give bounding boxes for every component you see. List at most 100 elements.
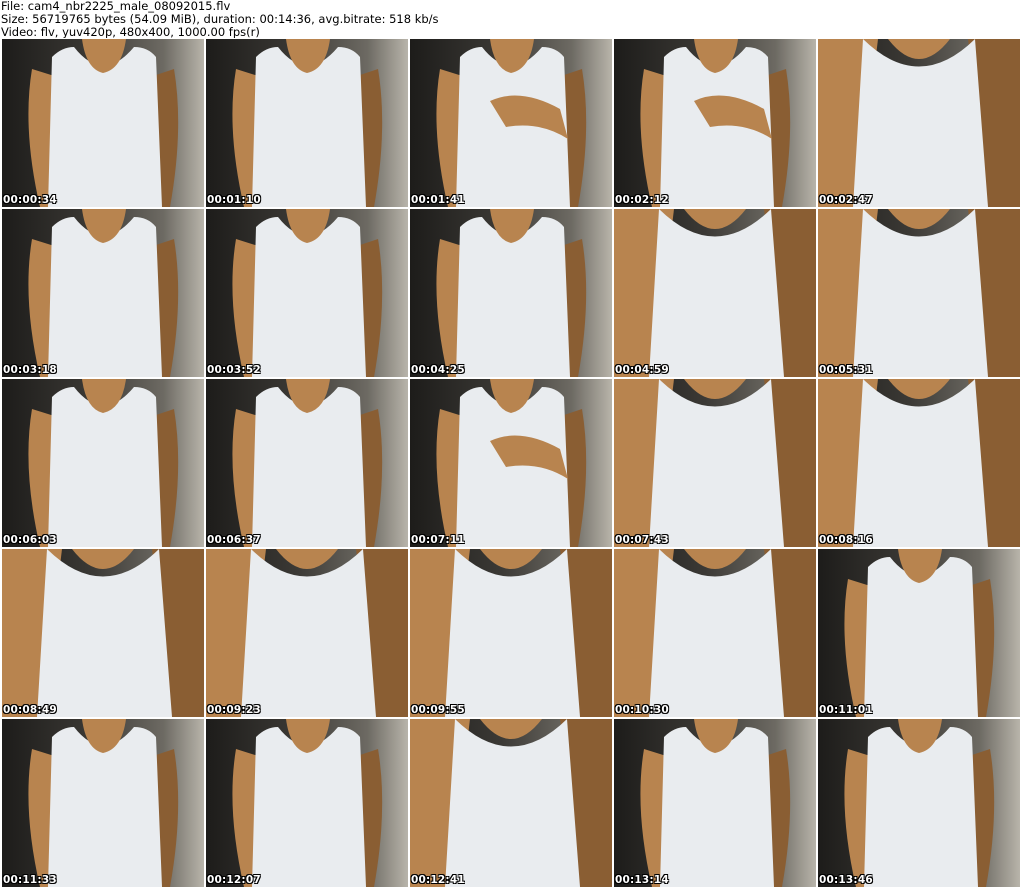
thumbnail-timestamp: 00:01:41 [411,194,465,206]
person-figure [614,379,816,547]
thumbnail-timestamp: 00:05:31 [819,364,873,376]
person-figure [640,719,791,887]
thumbnail-timestamp: 00:04:25 [411,364,465,376]
thumbnail-image [2,549,204,717]
thumbnail-timestamp: 00:03:18 [3,364,57,376]
thumbnail-image [206,549,408,717]
thumbnail-frame: 00:06:03 [2,379,204,547]
thumbnail-image [232,209,383,377]
thumbnail-frame: 00:01:41 [410,39,612,207]
thumbnail-image [232,379,383,547]
person-figure [436,39,587,207]
thumbnail-timestamp: 00:01:10 [207,194,261,206]
person-figure [28,209,179,377]
thumbnail-timestamp: 00:08:16 [819,534,873,546]
thumbnail-frame: 00:05:31 [818,209,1020,377]
thumbnail-timestamp: 00:10:30 [615,704,669,716]
thumbnail-timestamp: 00:11:33 [3,874,57,886]
thumbnail-grid: 00:00:34 00:01:10 00:01:41 00:02:12 00:02:47… [2,39,1023,888]
thumbnail-frame: 00:12:41 [410,719,612,887]
thumbnail-frame: 00:09:55 [410,549,612,717]
thumbnail-timestamp: 00:06:03 [3,534,57,546]
thumbnail-frame: 00:09:23 [206,549,408,717]
person-figure [818,39,1020,207]
thumbnail-frame: 00:11:01 [818,549,1020,717]
neck [888,209,950,229]
thumbnail-frame: 00:08:16 [818,379,1020,547]
thumbnail-image [232,719,383,887]
neck [276,549,338,569]
person-figure [232,379,383,547]
thumbnail-image [818,39,1020,207]
thumbnail-image [410,719,612,887]
thumbnail-timestamp: 00:11:01 [819,704,873,716]
thumbnail-frame: 00:01:10 [206,39,408,207]
tank-top [649,379,784,547]
tank-top [853,209,988,377]
thumbnail-timestamp: 00:13:46 [819,874,873,886]
video-info-line: Video: flv, yuv420p, 480x400, 1000.00 fp… [1,25,260,39]
thumbnail-image [844,549,995,717]
thumbnail-image [28,39,179,207]
thumbnail-frame: 00:03:52 [206,209,408,377]
thumbnail-frame: 00:02:47 [818,39,1020,207]
thumbnail-timestamp: 00:02:47 [819,194,873,206]
person-figure [232,209,383,377]
thumbnail-image [410,549,612,717]
thumbnail-image [436,209,587,377]
person-figure [614,549,816,717]
person-figure [844,719,995,887]
thumbnail-image [28,379,179,547]
person-figure [206,549,408,717]
thumbnail-image [614,379,816,547]
thumbnail-image [28,209,179,377]
neck [480,719,542,739]
neck [480,549,542,569]
person-figure [2,549,204,717]
thumbnail-frame: 00:12:07 [206,719,408,887]
tank-top [649,209,784,377]
thumbnail-timestamp: 00:13:14 [615,874,669,886]
thumbnail-image [818,209,1020,377]
thumbnail-timestamp: 00:00:34 [3,194,57,206]
person-figure [28,39,179,207]
thumbnail-image [232,39,383,207]
neck [888,39,950,59]
thumbnail-frame: 00:02:12 [614,39,816,207]
person-figure [232,719,383,887]
thumbnail-timestamp: 00:12:41 [411,874,465,886]
thumbnail-timestamp: 00:03:52 [207,364,261,376]
thumbnail-frame: 00:13:46 [818,719,1020,887]
thumbnail-image [640,719,791,887]
thumbnail-timestamp: 00:06:37 [207,534,261,546]
person-figure [436,209,587,377]
person-figure [818,379,1020,547]
thumbnail-frame: 00:03:18 [2,209,204,377]
neck [684,379,746,399]
thumbnail-image [614,209,816,377]
tank-top [445,549,580,717]
thumbnail-timestamp: 00:09:55 [411,704,465,716]
thumbnail-timestamp: 00:12:07 [207,874,261,886]
person-figure [232,39,383,207]
thumbnail-timestamp: 00:04:59 [615,364,669,376]
tank-top [649,549,784,717]
thumbnail-image [844,719,995,887]
thumbnail-timestamp: 00:07:11 [411,534,465,546]
person-figure [844,549,995,717]
thumbnail-timestamp: 00:07:43 [615,534,669,546]
thumbnail-frame: 00:11:33 [2,719,204,887]
thumbnail-image [436,39,587,207]
person-figure [818,209,1020,377]
tank-top [853,39,988,207]
tank-top [853,379,988,547]
person-figure [436,379,587,547]
thumbnail-frame: 00:04:25 [410,209,612,377]
thumbnail-image [818,379,1020,547]
thumbnail-frame: 00:07:43 [614,379,816,547]
neck [684,209,746,229]
person-figure [410,719,612,887]
thumbnail-timestamp: 00:08:49 [3,704,57,716]
person-figure [28,719,179,887]
neck [684,549,746,569]
